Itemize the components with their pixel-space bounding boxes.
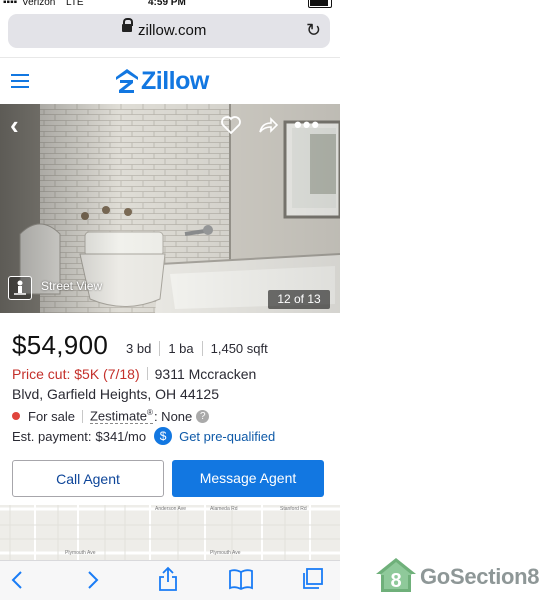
zillow-logo-mark	[116, 69, 138, 93]
gosection8-house-logo: 8	[376, 558, 416, 592]
carrier-label: Verizon	[22, 0, 56, 8]
payment-row: Est. payment: $341/mo $ Get pre-qualifie…	[12, 427, 275, 445]
gosection8-watermark: 8 GoSection8	[374, 556, 554, 596]
map-street-label: Plymouth Ave	[210, 550, 241, 556]
price-cut-label: Price cut: $5K (7/18)	[12, 366, 140, 382]
status-bar: ▪▪▪▪ Verizon LTE 4:59 PM	[0, 0, 340, 10]
listing-price: $54,900	[12, 330, 109, 360]
sqft-value: 1,450 sqft	[201, 341, 276, 356]
status-row: For sale Zestimate® : None ?	[12, 408, 210, 425]
zestimate-label[interactable]: Zestimate®	[89, 408, 153, 425]
site-header: Zillow	[0, 57, 340, 105]
menu-icon[interactable]	[11, 74, 29, 88]
listing-photo[interactable]: ‹ ••• Street View 12 of 13	[0, 104, 340, 313]
signal-icon: ▪▪▪▪	[3, 0, 18, 8]
clock: 4:59 PM	[148, 0, 186, 8]
more-options-icon[interactable]: •••	[294, 112, 320, 138]
map-streets	[0, 505, 340, 560]
photo-counter: 12 of 13	[268, 290, 330, 309]
browser-toolbar	[0, 560, 340, 600]
map-street-label: Stanford Rd	[280, 506, 307, 512]
back-chevron-icon[interactable]: ‹	[10, 110, 19, 141]
phone-screen: ▪▪▪▪ Verizon LTE 4:59 PM zillow.com ↻ Zi…	[0, 0, 340, 600]
address-line-1: 9311 Mccracken	[154, 366, 257, 382]
zillow-wordmark: Zillow	[141, 67, 209, 95]
network-label: LTE	[66, 0, 84, 8]
baths-count: 1 ba	[159, 341, 201, 356]
dollar-icon[interactable]: $	[154, 427, 173, 445]
back-icon[interactable]	[10, 569, 24, 596]
watermark-text: GoSection8	[420, 564, 540, 589]
help-icon[interactable]: ?	[196, 409, 210, 423]
map-street-label: Alameda Rd	[210, 506, 238, 512]
for-sale-dot-icon	[12, 412, 20, 421]
map-street-label: Plymouth Ave	[65, 550, 96, 556]
est-payment-label: Est. payment:	[12, 428, 92, 444]
battery-icon	[308, 0, 332, 8]
bookmarks-icon[interactable]	[228, 568, 254, 595]
est-payment-value[interactable]: $341/mo	[95, 429, 146, 444]
home-facts: 3 bd 1 ba 1,450 sqft	[126, 341, 276, 356]
call-agent-button[interactable]: Call Agent	[12, 460, 164, 497]
prequalify-link[interactable]: Get pre-qualified	[179, 429, 275, 444]
street-view-label[interactable]: Street View	[41, 279, 102, 293]
sale-status: For sale	[28, 408, 75, 424]
map-preview[interactable]: Plymouth Ave Plymouth Ave Anderson Ave A…	[0, 505, 340, 560]
lock-icon	[122, 18, 133, 32]
zestimate-value: : None	[153, 408, 193, 424]
reload-icon[interactable]: ↻	[306, 20, 321, 41]
map-street-label: Anderson Ave	[155, 506, 187, 512]
street-view-icon[interactable]	[8, 276, 32, 300]
address-bar[interactable]: zillow.com ↻	[8, 14, 330, 48]
beds-count: 3 bd	[126, 341, 152, 356]
svg-text:8: 8	[390, 570, 401, 592]
tabs-icon[interactable]	[301, 567, 325, 596]
share-sheet-icon[interactable]	[157, 566, 179, 597]
url-text: zillow.com	[138, 22, 207, 39]
address-line-2: Blvd, Garfield Heights, OH 44125	[12, 386, 219, 402]
forward-icon[interactable]	[86, 569, 100, 596]
message-agent-button[interactable]: Message Agent	[172, 460, 324, 497]
price-cut-address-row: Price cut: $5K (7/18) 9311 Mccracken	[12, 366, 256, 382]
